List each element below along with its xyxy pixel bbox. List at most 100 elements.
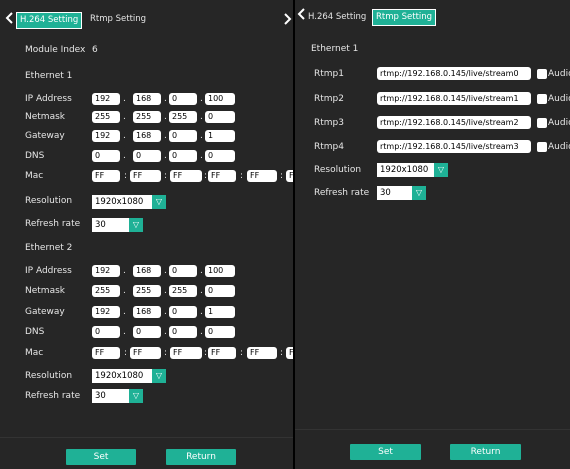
rtmp1-label: Rtmp1 [314,69,344,79]
mac-byte-1[interactable]: FF [92,347,120,359]
ip-octet-4[interactable]: 100 [205,265,235,277]
ip-octet-1[interactable]: 192 [92,265,120,277]
ip-octet-2[interactable]: 168 [133,265,161,277]
rtmp4-url-field[interactable]: rtmp://192.168.0.145/live/stream3 [377,140,531,153]
set-button[interactable]: Set [66,449,136,465]
resolution-select[interactable]: 1920x1080 ▽ [92,195,166,209]
netmask-octet-4[interactable]: 0 [205,285,235,297]
refresh-rate-label: Refresh rate [314,188,370,198]
back-arrow-icon[interactable] [297,8,305,20]
rtmp-setting-panel: H.264 Setting Rtmp Setting Ethernet 1 Rt… [295,0,570,469]
resolution-select[interactable]: 1920x1080 ▽ [92,369,166,383]
mac-byte-4[interactable]: FF [208,347,236,359]
gateway-octet-1[interactable]: 192 [92,306,120,318]
gateway-octet-3[interactable]: 0 [169,130,197,142]
rtmp2-audio-checkbox[interactable] [537,94,547,104]
rtmp4-label: Rtmp4 [314,142,344,152]
gateway-octet-2[interactable]: 168 [133,130,161,142]
rtmp1-audio-label: Audio [548,69,570,79]
mac-byte-5[interactable]: FF [247,170,277,182]
separator: . [164,266,167,276]
separator: . [164,94,167,104]
mac-byte-2[interactable]: FF [130,347,161,359]
mac-byte-6[interactable]: FF [286,170,293,182]
refresh-rate-select[interactable]: 30 ▽ [92,218,143,232]
rtmp1-audio-checkbox[interactable] [537,69,547,79]
rtmp3-audio-checkbox[interactable] [537,118,547,128]
dns-octet-3[interactable]: 0 [169,326,197,338]
refresh-rate-value: 30 [95,391,106,401]
netmask-octet-1[interactable]: 255 [92,285,120,297]
refresh-rate-select[interactable]: 30 ▽ [92,389,143,403]
gateway-label: Gateway [25,131,65,141]
return-button[interactable]: Return [166,449,236,465]
divider [0,437,293,438]
separator: . [164,307,167,317]
separator: . [123,94,126,104]
ip-octet-2[interactable]: 168 [133,93,161,105]
dns-octet-1[interactable]: 0 [92,150,120,162]
set-button[interactable]: Set [350,444,421,460]
module-index-label: Module Index [25,45,86,55]
tab-bar: H.264 Setting Rtmp Setting [0,0,293,30]
netmask-label: Netmask [25,286,65,296]
mac-byte-1[interactable]: FF [92,170,120,182]
mac-byte-3[interactable]: FF [170,347,202,359]
gateway-octet-4[interactable]: 1 [205,306,235,318]
return-button[interactable]: Return [450,444,521,460]
tab-rtmp-setting[interactable]: Rtmp Setting [372,9,437,26]
mac-byte-3[interactable]: FF [170,170,202,182]
gateway-octet-1[interactable]: 192 [92,130,120,142]
netmask-octet-3[interactable]: 255 [169,285,197,297]
dropdown-arrow-icon: ▽ [129,218,143,232]
dns-octet-2[interactable]: 0 [133,326,161,338]
separator: . [200,266,203,276]
netmask-octet-3[interactable]: 255 [169,111,197,123]
netmask-octet-2[interactable]: 255 [133,285,161,297]
ip-octet-3[interactable]: 0 [169,93,197,105]
dns-octet-3[interactable]: 0 [169,150,197,162]
module-index-value: 6 [92,45,98,55]
resolution-value: 1920x1080 [95,197,144,207]
ip-octet-4[interactable]: 100 [205,93,235,105]
dns-octet-2[interactable]: 0 [133,150,161,162]
netmask-label: Netmask [25,112,65,122]
dns-octet-1[interactable]: 0 [92,326,120,338]
gateway-octet-3[interactable]: 0 [169,306,197,318]
rtmp3-url-field[interactable]: rtmp://192.168.0.145/live/stream2 [377,116,531,129]
refresh-rate-select[interactable]: 30 ▽ [377,186,426,200]
gateway-octet-2[interactable]: 168 [133,306,161,318]
tab-bar: H.264 Setting Rtmp Setting [295,0,570,30]
gateway-octet-4[interactable]: 1 [205,130,235,142]
separator: . [200,112,203,122]
ip-octet-1[interactable]: 192 [92,93,120,105]
mac-byte-2[interactable]: FF [130,170,161,182]
separator: : [164,348,168,358]
back-arrow-icon[interactable] [5,12,13,24]
tab-h264-setting[interactable]: H.264 Setting [305,10,369,25]
dns-octet-4[interactable]: 0 [205,326,235,338]
rtmp2-url-field[interactable]: rtmp://192.168.0.145/live/stream1 [377,92,531,105]
separator: . [200,286,203,296]
rtmp4-audio-checkbox[interactable] [537,142,547,152]
rtmp1-url-field[interactable]: rtmp://192.168.0.145/live/stream0 [377,67,531,80]
netmask-octet-2[interactable]: 255 [133,111,161,123]
mac-byte-6[interactable]: FF [286,347,293,359]
separator: : [204,348,208,358]
tab-rtmp-setting[interactable]: Rtmp Setting [87,12,149,27]
dns-octet-4[interactable]: 0 [205,150,235,162]
separator: . [200,327,203,337]
separator: . [123,131,126,141]
forward-arrow-icon[interactable] [284,13,292,25]
mac-byte-5[interactable]: FF [247,347,277,359]
resolution-value: 1920x1080 [380,165,429,175]
tab-h264-setting[interactable]: H.264 Setting [16,12,83,29]
separator: . [200,307,203,317]
ip-octet-3[interactable]: 0 [169,265,197,277]
resolution-select[interactable]: 1920x1080 ▽ [377,163,448,177]
netmask-octet-1[interactable]: 255 [92,111,120,123]
netmask-octet-4[interactable]: 0 [205,111,235,123]
refresh-rate-label: Refresh rate [25,219,81,229]
dropdown-arrow-icon: ▽ [152,195,166,209]
mac-byte-4[interactable]: FF [208,170,236,182]
